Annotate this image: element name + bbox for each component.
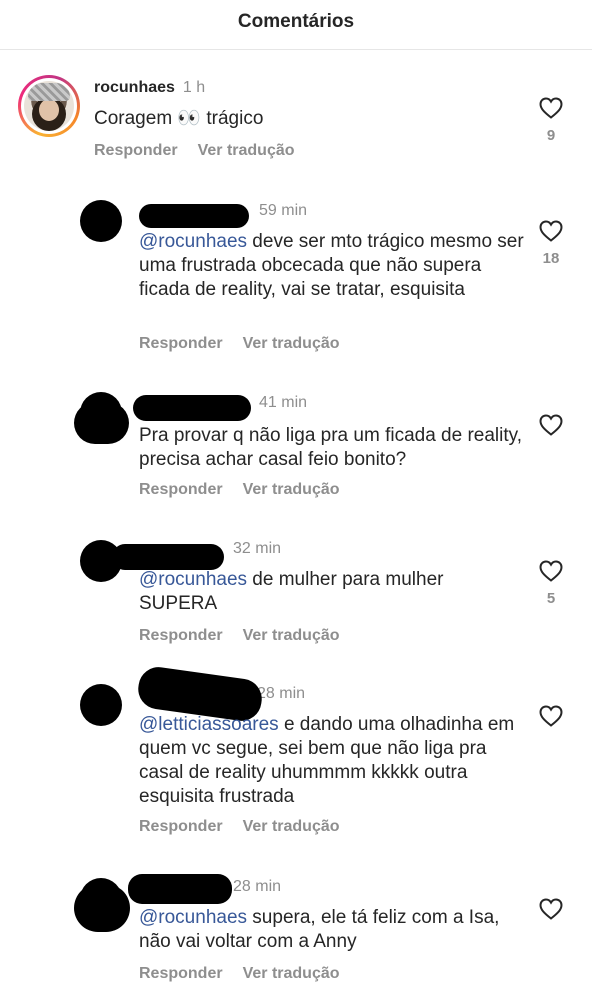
translate-button[interactable]: Ver tradução [243,818,340,836]
like-group [536,705,566,727]
avatar[interactable] [18,75,80,137]
translate-button[interactable]: Ver tradução [243,965,340,983]
page-title: Comentários [237,11,355,32]
comment-text: @rocunhaes deve ser mto trágico mesmo se… [139,230,529,302]
like-count: 9 [546,127,556,144]
comment-mention[interactable]: @rocunhaes [139,569,247,590]
avatar[interactable] [80,684,122,726]
heart-outline-icon[interactable] [539,414,563,436]
comment-text: Coragem 👀 trágico [94,107,514,131]
reply-button[interactable]: Responder [139,481,223,499]
like-group [536,414,566,436]
comment-username[interactable]: rocunhaes [94,79,175,96]
redaction-mark [74,402,129,444]
like-group: 9 [536,97,566,144]
comment-actions: Responder Ver tradução [139,481,360,499]
avatar[interactable] [80,200,122,242]
redaction-mark [112,544,224,570]
like-count: 5 [546,590,556,607]
like-group: 18 [536,220,566,267]
heart-outline-icon[interactable] [539,97,563,119]
heart-outline-icon[interactable] [539,705,563,727]
comment-actions: Responder Ver tradução [139,818,360,836]
comment-time: 32 min [233,540,282,557]
redaction-mark [74,884,130,932]
comment-mention[interactable]: @rocunhaes [139,907,247,928]
comment-text: @letticiassoares e dando uma olhadinha e… [139,713,529,809]
comment-time: 41 min [259,394,308,411]
comment-actions: Responder Ver tradução [139,335,360,353]
translate-button[interactable]: Ver tradução [198,142,295,160]
comment-time: 59 min [259,202,308,219]
comment-actions: Responder Ver tradução [94,142,315,160]
comment-body: Coragem 👀 trágico [94,108,264,129]
comments-header: Comentários [0,0,592,50]
like-group: 5 [536,560,566,607]
heart-outline-icon[interactable] [539,220,563,242]
redaction-mark [133,395,251,421]
translate-button[interactable]: Ver tradução [243,627,340,645]
like-group [536,898,566,920]
comment-time: 28 min [257,685,306,702]
comment-mention[interactable]: @rocunhaes [139,231,247,252]
translate-button[interactable]: Ver tradução [243,335,340,353]
comment-actions: Responder Ver tradução [139,627,360,645]
comment-body: Pra provar q não liga pra um ficada de r… [139,425,523,470]
reply-button[interactable]: Responder [94,142,178,160]
like-count: 18 [542,250,560,267]
reply-button[interactable]: Responder [139,627,223,645]
reply-button[interactable]: Responder [139,335,223,353]
heart-outline-icon[interactable] [539,898,563,920]
comment-meta: rocunhaes 1 h [94,78,205,98]
reply-button[interactable]: Responder [139,818,223,836]
comment-time: 28 min [233,878,282,895]
comment-mention[interactable]: @letticiassoares [139,714,279,735]
reply-button[interactable]: Responder [139,965,223,983]
comment-time: 1 h [182,79,206,96]
redaction-mark [128,874,232,904]
redaction-mark [139,204,249,228]
translate-button[interactable]: Ver tradução [243,481,340,499]
heart-outline-icon[interactable] [539,560,563,582]
comment-text: Pra provar q não liga pra um ficada de r… [139,424,529,472]
comment-actions: Responder Ver tradução [139,965,360,983]
comment-text: @rocunhaes de mulher para mulher SUPERA [139,568,519,616]
comment-text: @rocunhaes supera, ele tá feliz com a Is… [139,906,529,954]
